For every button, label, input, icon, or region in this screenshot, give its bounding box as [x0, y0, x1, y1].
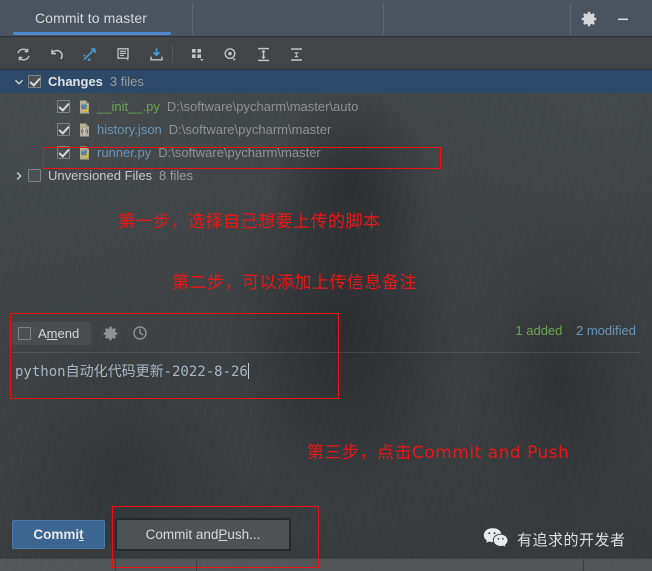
clock-history-icon[interactable] [129, 322, 151, 344]
preview-eye-icon[interactable] [217, 42, 243, 66]
python-file-icon [77, 99, 93, 115]
file-name: __init__.py [97, 99, 160, 114]
commit-and-push-button[interactable]: Commit and Push... [115, 518, 291, 551]
commit-button[interactable]: Commi t [12, 520, 105, 549]
gear-icon[interactable] [578, 8, 600, 30]
rollback-icon[interactable] [43, 42, 69, 66]
file-name: runner.py [97, 145, 152, 160]
table-row[interactable]: history.json D:\software\pycharm\master [0, 118, 652, 141]
commit-message-field[interactable]: python自动化代码更新-2022-8-26 [12, 352, 640, 398]
commit-message-icon[interactable] [110, 42, 136, 66]
unversioned-files-row[interactable]: Unversioned Files 8 files [0, 164, 652, 187]
toolbar-divider [172, 44, 173, 63]
refresh-icon[interactable] [10, 42, 36, 66]
file-path: D:\software\pycharm\master [158, 145, 321, 160]
changes-group-checkbox[interactable] [28, 75, 41, 88]
chevron-right-icon[interactable] [10, 171, 28, 181]
amend-checkbox[interactable] [18, 326, 31, 340]
changes-tree: Changes 3 files __init__.py D:\software\… [0, 70, 652, 195]
unversioned-files-label: Unversioned Files [48, 168, 153, 183]
title-bar: Commit to master [0, 0, 652, 37]
annotation-step-2: 第二步，可以添加上传信息备注 [172, 273, 417, 293]
group-by-icon[interactable] [184, 42, 210, 66]
file-path: D:\software\pycharm\master\auto [166, 99, 359, 114]
amend-bar: Amend 1 added 2 modified [12, 318, 642, 348]
watermark: 有追求的开发者 [483, 527, 626, 552]
table-row[interactable]: runner.py D:\software\pycharm\master [0, 141, 652, 164]
unversioned-files-count: 8 files [159, 168, 194, 183]
titlebar-divider-3 [570, 3, 571, 35]
tab-active-underline [13, 32, 171, 35]
minimize-icon[interactable] [612, 8, 634, 30]
file-checkbox[interactable] [57, 100, 70, 113]
expand-all-icon[interactable] [250, 42, 276, 66]
update-download-icon[interactable] [143, 42, 169, 66]
tab-commit-to-master[interactable]: Commit to master [8, 0, 174, 36]
stat-modified: 2 modified [576, 323, 636, 338]
gear-icon[interactable] [99, 322, 121, 344]
commit-dialog-window: Commit to master Changes 3 files __init_… [0, 0, 652, 571]
titlebar-divider-2 [383, 3, 384, 35]
text-caret [247, 363, 249, 379]
file-name: history.json [97, 122, 162, 137]
changes-group-row[interactable]: Changes 3 files [0, 70, 652, 93]
file-checkbox[interactable] [57, 123, 70, 136]
tab-label: Commit to master [34, 10, 148, 26]
annotation-step-1: 第一步，选择自己想要上传的脚本 [118, 212, 381, 232]
stat-added: 1 added [515, 323, 563, 338]
commit-message-text: python自动化代码更新-2022-8-26 [15, 363, 249, 380]
status-bar-divider-3 [583, 559, 584, 571]
watermark-text: 有追求的开发者 [517, 532, 626, 549]
status-bar-divider-2 [196, 559, 197, 571]
python-file-icon [77, 145, 93, 161]
status-bar-divider-1 [115, 559, 116, 571]
changes-toolbar [0, 37, 652, 70]
collapse-all-icon[interactable] [283, 42, 309, 66]
show-diff-icon[interactable] [76, 42, 102, 66]
file-checkbox[interactable] [57, 146, 70, 159]
changes-group-count: 3 files [109, 74, 144, 89]
changes-group-label: Changes [48, 74, 103, 89]
status-bar [0, 558, 652, 571]
amend-label: Amend [38, 325, 80, 341]
change-stats: 1 added 2 modified [515, 323, 636, 338]
file-path: D:\software\pycharm\master [168, 122, 332, 137]
unversioned-files-checkbox[interactable] [28, 169, 41, 182]
wechat-icon [483, 527, 508, 552]
titlebar-divider-1 [192, 3, 193, 35]
annotation-step-3: 第三步，点击Commit and Push [307, 443, 570, 463]
amend-checkbox-group[interactable]: Amend [12, 321, 92, 345]
table-row[interactable]: __init__.py D:\software\pycharm\master\a… [0, 95, 652, 118]
json-file-icon [77, 122, 93, 138]
chevron-down-icon[interactable] [10, 77, 28, 87]
